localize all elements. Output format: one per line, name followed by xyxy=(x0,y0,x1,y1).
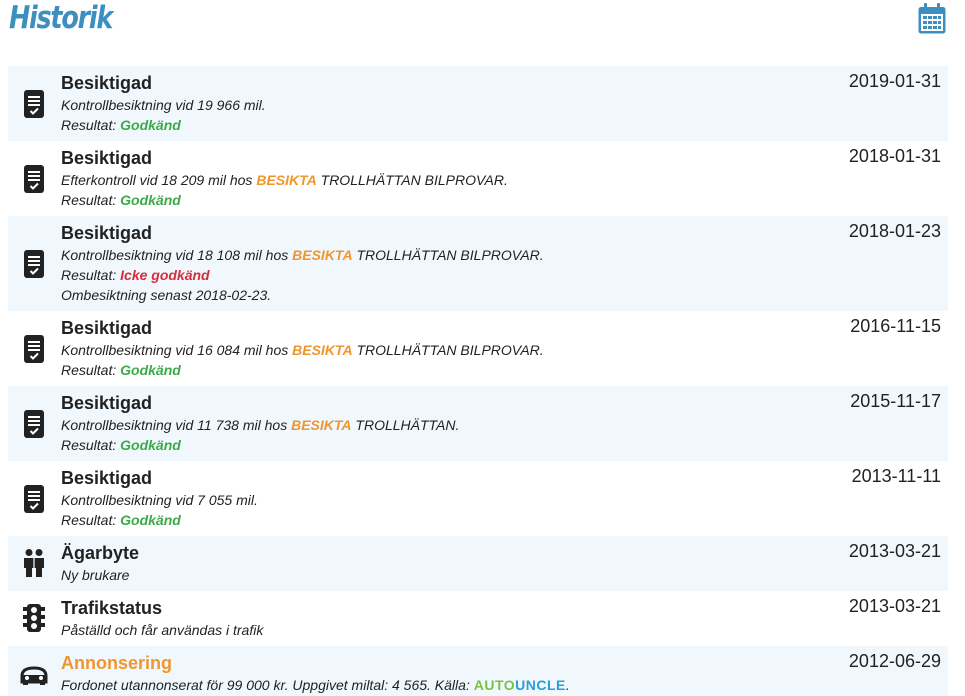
event-result: Resultat: Godkänd xyxy=(61,437,181,453)
event-title: Annonsering xyxy=(61,653,172,673)
description-text: TROLLHÄTTAN BILPROVAR. xyxy=(320,172,508,188)
event-date: 2013-11-11 xyxy=(851,466,941,486)
description-text: TROLLHÄTTAN. xyxy=(355,417,460,433)
result-label: Resultat: xyxy=(61,512,117,528)
event-description: Ny brukare xyxy=(61,567,130,583)
event-description: Påställd och får användas i trafik xyxy=(61,622,264,638)
event-date: 2018-01-31 xyxy=(848,146,941,166)
event-result: Resultat: Godkänd xyxy=(61,512,181,528)
station-link[interactable]: BESIKTA xyxy=(291,417,351,433)
event-result: Resultat: Icke godkänd xyxy=(61,267,210,283)
event-date: 2015-11-17 xyxy=(850,391,941,411)
event-description: Kontrollbesiktning vid 7 055 mil. xyxy=(61,492,258,508)
event-result: Resultat: Godkänd xyxy=(61,362,181,378)
event-title: Trafikstatus xyxy=(61,598,163,618)
result-value: Godkänd xyxy=(120,117,181,133)
checklist-icon xyxy=(24,90,44,118)
source-auto-text: AUTO xyxy=(473,677,516,693)
calendar-button[interactable] xyxy=(918,3,946,34)
event-description: Kontrollbesiktning vid 11 738 mil hos BE… xyxy=(61,417,459,433)
event-date: 2018-01-23 xyxy=(848,221,941,241)
description-text: Kontrollbesiktning vid 11 738 mil hos xyxy=(61,417,288,433)
traffic-light-icon xyxy=(23,604,45,632)
result-value: Godkänd xyxy=(120,437,181,453)
header: Historik xyxy=(0,0,965,60)
page-title: Historik xyxy=(9,0,113,36)
people-icon xyxy=(24,549,44,577)
description-text: TROLLHÄTTAN BILPROVAR. xyxy=(356,247,544,263)
event-description: Efterkontroll vid 18 209 mil hos BESIKTA… xyxy=(61,172,508,188)
history-item: Besiktigad 2015-11-17 Kontrollbesiktning… xyxy=(8,386,948,461)
result-value: Godkänd xyxy=(120,362,181,378)
history-item: Besiktigad 2013-11-11 Kontrollbesiktning… xyxy=(8,461,948,536)
description-text: Kontrollbesiktning vid 16 084 mil hos xyxy=(61,342,289,358)
event-date: 2013-03-21 xyxy=(848,596,941,616)
event-title: Besiktigad xyxy=(61,468,153,488)
result-label: Resultat: xyxy=(61,117,117,133)
event-result: Resultat: Godkänd xyxy=(61,117,181,133)
autouncle-link[interactable]: AUTOUNCLE xyxy=(474,677,566,693)
event-date: 2016-11-15 xyxy=(850,316,941,336)
event-title: Besiktigad xyxy=(61,148,153,168)
event-description: Kontrollbesiktning vid 19 966 mil. xyxy=(61,97,266,113)
result-label: Resultat: xyxy=(61,267,117,283)
result-label: Resultat: xyxy=(61,362,117,378)
event-title: Besiktigad xyxy=(61,393,153,413)
event-date: 2019-01-31 xyxy=(848,71,941,91)
history-item: Besiktigad 2019-01-31 Kontrollbesiktning… xyxy=(8,66,948,141)
station-link[interactable]: BESIKTA xyxy=(292,342,352,358)
result-label: Resultat: xyxy=(61,192,117,208)
event-title: Ägarbyte xyxy=(61,543,140,563)
description-text: . xyxy=(565,677,570,693)
history-item: Besiktigad 2018-01-23 Kontrollbesiktning… xyxy=(8,216,948,311)
event-date: 2013-03-21 xyxy=(848,541,941,561)
event-note: Ombesiktning senast 2018-02-23. xyxy=(61,287,272,303)
event-title: Besiktigad xyxy=(61,73,153,93)
checklist-icon xyxy=(24,250,44,278)
history-item: Besiktigad 2016-11-15 Kontrollbesiktning… xyxy=(8,311,948,386)
event-description: Kontrollbesiktning vid 18 108 mil hos BE… xyxy=(61,247,544,263)
station-link[interactable]: BESIKTA xyxy=(292,247,352,263)
history-list: Besiktigad 2019-01-31 Kontrollbesiktning… xyxy=(8,66,948,696)
result-value: Godkänd xyxy=(120,512,181,528)
checklist-icon xyxy=(24,335,44,363)
station-link[interactable]: BESIKTA xyxy=(256,172,316,188)
result-label: Resultat: xyxy=(61,437,117,453)
event-description: Kontrollbesiktning vid 16 084 mil hos BE… xyxy=(61,342,544,358)
result-value: Godkänd xyxy=(120,192,181,208)
history-item: Ägarbyte 2013-03-21 Ny brukare xyxy=(8,536,948,591)
description-text: TROLLHÄTTAN BILPROVAR. xyxy=(356,342,544,358)
source-uncle-text: UNCLE xyxy=(515,677,566,693)
checklist-icon xyxy=(24,410,44,438)
history-item: Besiktigad 2018-01-31 Efterkontroll vid … xyxy=(8,141,948,216)
description-text: Kontrollbesiktning vid 18 108 mil hos xyxy=(61,247,289,263)
description-text: Efterkontroll vid 18 209 mil hos xyxy=(61,172,253,188)
event-title: Besiktigad xyxy=(61,223,153,243)
car-icon xyxy=(20,666,48,685)
event-description: Fordonet utannonserat för 99 000 kr. Upp… xyxy=(61,677,570,693)
checklist-icon xyxy=(24,165,44,193)
checklist-icon xyxy=(24,485,44,513)
history-item: Annonsering 2012-06-29 Fordonet utannons… xyxy=(8,646,948,696)
result-value: Icke godkänd xyxy=(120,267,210,283)
event-title: Besiktigad xyxy=(61,318,153,338)
history-item: Trafikstatus 2013-03-21 Påställd och får… xyxy=(8,591,948,646)
event-date: 2012-06-29 xyxy=(848,651,941,671)
calendar-icon xyxy=(918,3,946,34)
event-result: Resultat: Godkänd xyxy=(61,192,181,208)
description-text: Fordonet utannonserat för 99 000 kr. Upp… xyxy=(61,677,470,693)
